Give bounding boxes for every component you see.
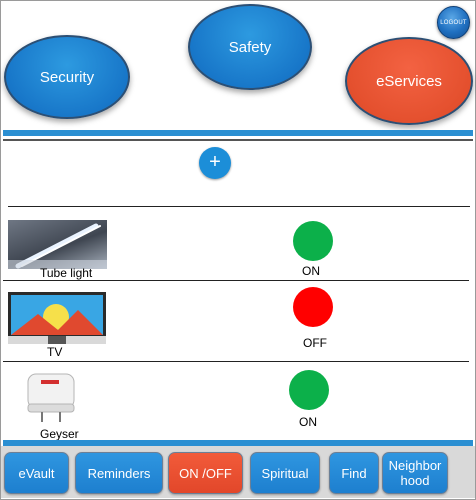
nav-label: ON /OFF [179, 465, 232, 481]
logout-button[interactable]: LOGOUT [437, 6, 470, 39]
nav-label: Find [341, 465, 367, 481]
add-device-button[interactable]: + [199, 147, 231, 179]
nav-find-button[interactable]: Find [329, 452, 379, 494]
safety-label: Safety [228, 38, 272, 56]
plus-icon: + [209, 151, 221, 173]
tv-icon [8, 292, 106, 344]
eservices-label: eServices [376, 72, 442, 90]
row-divider [3, 280, 469, 281]
security-label: Security [39, 68, 95, 86]
device-status: ON [302, 264, 320, 278]
nav-spiritual-button[interactable]: Spiritual [250, 452, 320, 494]
device-status: ON [299, 415, 317, 429]
nav-neighborhood-button[interactable]: Neighbor hood [382, 452, 448, 494]
status-toggle-tv[interactable] [293, 287, 333, 327]
device-name: Geyser [40, 427, 79, 441]
security-category-button[interactable]: Security [4, 35, 130, 119]
device-name: Tube light [40, 266, 93, 280]
nav-label: eVault [18, 465, 55, 481]
tube-light-icon [8, 220, 107, 269]
device-name: TV [47, 345, 63, 359]
status-toggle-tube-light[interactable] [293, 221, 333, 261]
nav-evault-button[interactable]: eVault [4, 452, 69, 494]
nav-label: Spiritual [261, 465, 309, 481]
nav-onoff-button[interactable]: ON /OFF [168, 452, 243, 494]
geyser-icon [24, 368, 80, 424]
row-divider [3, 361, 469, 362]
device-status: OFF [303, 336, 327, 350]
status-toggle-geyser[interactable] [289, 370, 329, 410]
eservices-category-button[interactable]: eServices [345, 37, 473, 125]
nav-reminders-button[interactable]: Reminders [75, 452, 163, 494]
list-top-divider [8, 206, 470, 207]
header-divider-underline [3, 139, 473, 141]
nav-label: Neighbor hood [388, 458, 442, 488]
safety-category-button[interactable]: Safety [188, 4, 312, 90]
nav-label: Reminders [87, 465, 151, 481]
logout-label: LOGOUT [440, 19, 467, 26]
header-divider [3, 130, 473, 136]
